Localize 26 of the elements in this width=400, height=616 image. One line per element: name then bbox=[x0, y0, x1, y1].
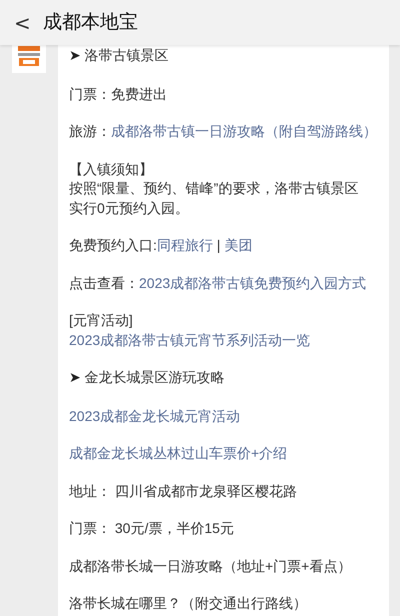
article-text: 免费预约入口: bbox=[69, 237, 157, 253]
article-link[interactable]: 2023成都洛带古镇元宵节系列活动一览 bbox=[69, 332, 310, 348]
article-link[interactable]: 2023成都金龙长城元宵活动 bbox=[69, 408, 240, 424]
page-title: 成都本地宝 bbox=[42, 13, 138, 32]
article-text: 旅游： bbox=[69, 123, 111, 139]
back-button[interactable]: < bbox=[14, 12, 31, 32]
article-text: 洛带长城在哪里？（附交通出行路线） bbox=[69, 595, 307, 611]
article-link[interactable]: 美团 bbox=[224, 237, 252, 253]
article-link[interactable]: 2023成都洛带古镇免费预约入园方式 bbox=[139, 274, 366, 290]
article-link[interactable]: 成都洛带古镇一日游攻略（附自驾游路线） bbox=[111, 123, 377, 139]
article-text: [元宵活动] bbox=[69, 312, 133, 328]
article-text: 门票： 30元/票，半价15元 bbox=[69, 520, 234, 536]
article-text: 成都洛带长城一日游攻略（地址+门票+看点） bbox=[69, 558, 352, 574]
logo-icon bbox=[12, 45, 46, 73]
article-link[interactable]: 成都金龙长城丛林过山车票价+介绍 bbox=[69, 445, 288, 461]
article-text: 洛带古镇景区 bbox=[84, 47, 169, 63]
article-text: 按照“限量、预约、错峰”的要求，洛带古镇景区实行0元预约入园。 bbox=[69, 180, 358, 216]
article-text: | bbox=[216, 237, 222, 253]
article-text: 地址： 四川省成都市龙泉驿区樱花路 bbox=[69, 482, 297, 498]
arrow-bullet: ➤ bbox=[69, 370, 81, 386]
article-text: 金龙长城景区游玩攻略 bbox=[84, 369, 225, 385]
article-text: 门票：免费进出 bbox=[69, 86, 167, 102]
article-text: 【入镇须知】 bbox=[69, 160, 153, 176]
arrow-bullet: ➤ bbox=[69, 48, 81, 64]
article-link[interactable]: 同程旅行 bbox=[156, 237, 213, 253]
article-text: 点击查看： bbox=[69, 274, 139, 290]
